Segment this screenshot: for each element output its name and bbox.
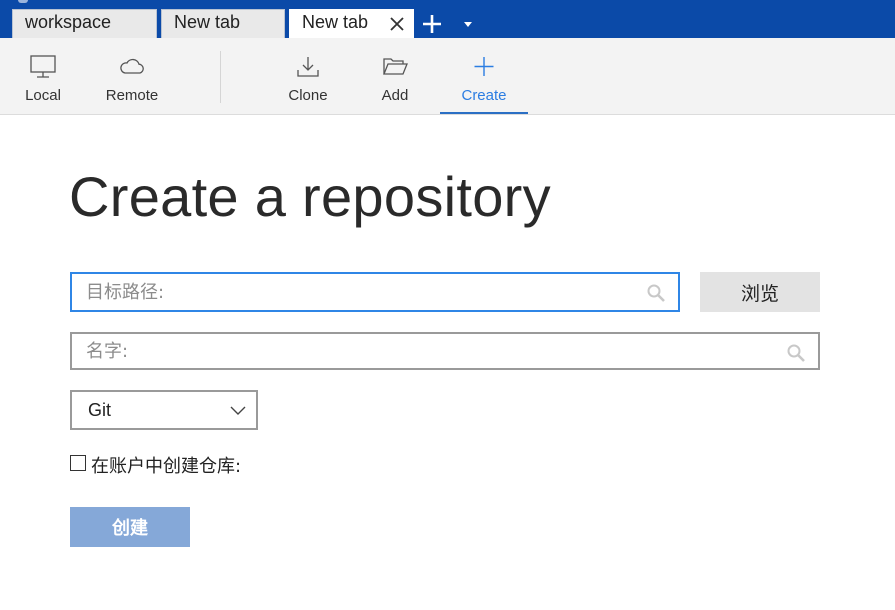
create-button[interactable]: 创建 bbox=[70, 507, 190, 547]
browse-button[interactable]: 浏览 bbox=[700, 272, 820, 312]
vcs-selected-value: Git bbox=[88, 400, 112, 420]
clone-button[interactable]: Clone bbox=[273, 38, 343, 114]
create-in-account-checkbox[interactable] bbox=[70, 455, 86, 471]
tab-new-1[interactable]: New tab bbox=[161, 9, 285, 38]
create-in-account-label: 在账户中创建仓库: bbox=[91, 456, 242, 477]
tab-label: workspace bbox=[25, 12, 112, 32]
remote-label: Remote bbox=[105, 87, 159, 104]
local-label: Local bbox=[25, 87, 61, 104]
app-window: workspace New tab New tab Local Remote C… bbox=[0, 0, 895, 610]
tab-workspace[interactable]: workspace bbox=[12, 9, 157, 38]
search-icon bbox=[647, 284, 665, 302]
create-label: Create bbox=[461, 87, 507, 104]
cloud-icon bbox=[120, 58, 144, 74]
search-icon bbox=[787, 344, 805, 362]
clone-label: Clone bbox=[288, 87, 328, 104]
create-tab-button[interactable]: Create bbox=[440, 38, 528, 114]
page-title: Create a repository bbox=[69, 165, 551, 228]
chevron-down-icon bbox=[230, 406, 246, 415]
name-field[interactable] bbox=[70, 332, 820, 370]
tab-bar: workspace New tab New tab bbox=[0, 0, 895, 38]
tab-list-dropdown-icon[interactable] bbox=[462, 19, 474, 29]
add-button[interactable]: Add bbox=[360, 38, 430, 114]
plus-icon bbox=[474, 57, 494, 76]
download-icon bbox=[297, 57, 319, 77]
tab-new-active[interactable]: New tab bbox=[289, 9, 414, 38]
tab-label: New tab bbox=[174, 12, 241, 32]
add-label: Add bbox=[381, 87, 409, 104]
vcs-type-select[interactable]: Git bbox=[70, 390, 258, 430]
close-icon[interactable] bbox=[389, 16, 405, 32]
tab-label: New tab bbox=[302, 12, 369, 32]
remote-button[interactable]: Remote bbox=[92, 38, 172, 114]
target-path-field[interactable] bbox=[70, 272, 680, 312]
window-corner-indicator bbox=[18, 0, 28, 3]
active-indicator bbox=[440, 112, 528, 114]
toolbar: Local Remote Clone Add Create bbox=[0, 38, 895, 115]
toolbar-divider bbox=[220, 51, 221, 103]
monitor-icon bbox=[30, 55, 56, 78]
local-button[interactable]: Local bbox=[8, 38, 78, 114]
folder-open-icon bbox=[383, 58, 408, 75]
add-tab-icon[interactable] bbox=[421, 13, 443, 35]
name-input[interactable] bbox=[86, 334, 778, 368]
target-path-input[interactable] bbox=[86, 274, 638, 310]
